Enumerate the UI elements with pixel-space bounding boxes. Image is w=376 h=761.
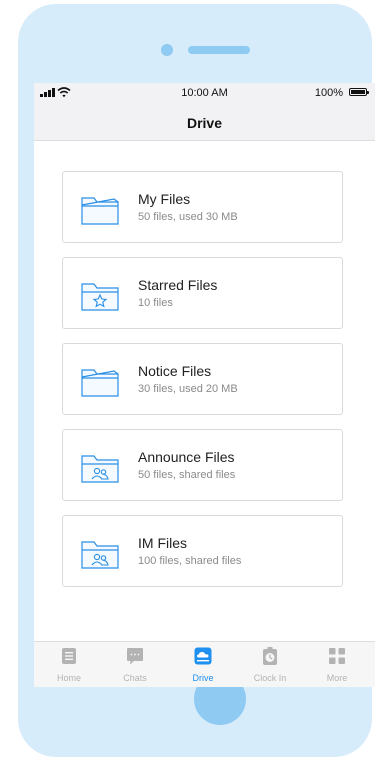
bottom-tab-bar: Home Chats Drive Clock In More <box>34 641 375 687</box>
folder-open-icon <box>81 369 119 397</box>
file-category-starred-files[interactable]: Starred Files 10 files <box>62 257 343 329</box>
folder-shared-icon <box>81 541 119 569</box>
file-category-title: My Files <box>138 191 191 207</box>
tab-label: More <box>326 673 348 683</box>
chat-icon <box>127 648 143 665</box>
status-bar: 10:00 AM 100% <box>34 83 375 105</box>
navigation-bar: Drive <box>34 105 375 141</box>
battery-icon <box>349 88 369 96</box>
clock-in-icon <box>263 647 277 665</box>
folder-open-icon <box>81 197 119 225</box>
file-category-notice-files[interactable]: Notice Files 30 files, used 20 MB <box>62 343 343 415</box>
file-category-im-files[interactable]: IM Files 100 files, shared files <box>62 515 343 587</box>
tab-drive[interactable]: Drive <box>168 642 238 687</box>
tab-clock-in[interactable]: Clock In <box>235 642 305 687</box>
file-category-title: Announce Files <box>138 449 235 465</box>
file-category-title: IM Files <box>138 535 187 551</box>
tab-label: Chats <box>123 673 147 683</box>
phone-camera <box>161 44 173 56</box>
tab-more[interactable]: More <box>302 642 372 687</box>
file-category-my-files[interactable]: My Files 50 files, used 30 MB <box>62 171 343 243</box>
file-category-title: Starred Files <box>138 277 218 293</box>
folder-star-icon <box>81 283 119 311</box>
tab-label: Clock In <box>253 673 287 683</box>
tab-home[interactable]: Home <box>34 642 104 687</box>
file-category-subtitle: 50 files, used 30 MB <box>138 211 238 223</box>
battery-percentage: 100% <box>314 87 343 99</box>
folder-shared-icon <box>81 455 119 483</box>
app-screen: 10:00 AM 100% Drive My Files 50 files, u… <box>34 83 375 687</box>
file-category-subtitle: 100 files, shared files <box>138 555 242 567</box>
home-icon <box>62 648 76 664</box>
phone-speaker <box>188 46 250 54</box>
file-category-subtitle: 50 files, shared files <box>138 469 236 481</box>
page-title: Drive <box>186 115 223 131</box>
file-category-subtitle: 10 files <box>138 297 173 309</box>
grid-icon <box>329 648 345 664</box>
file-category-title: Notice Files <box>138 363 212 379</box>
tab-label: Home <box>56 673 81 683</box>
tab-chats[interactable]: Chats <box>100 642 170 687</box>
cloud-drive-icon <box>194 647 212 665</box>
file-category-announce-files[interactable]: Announce Files 50 files, shared files <box>62 429 343 501</box>
tab-label: Drive <box>192 673 214 683</box>
file-category-subtitle: 30 files, used 20 MB <box>138 383 238 395</box>
